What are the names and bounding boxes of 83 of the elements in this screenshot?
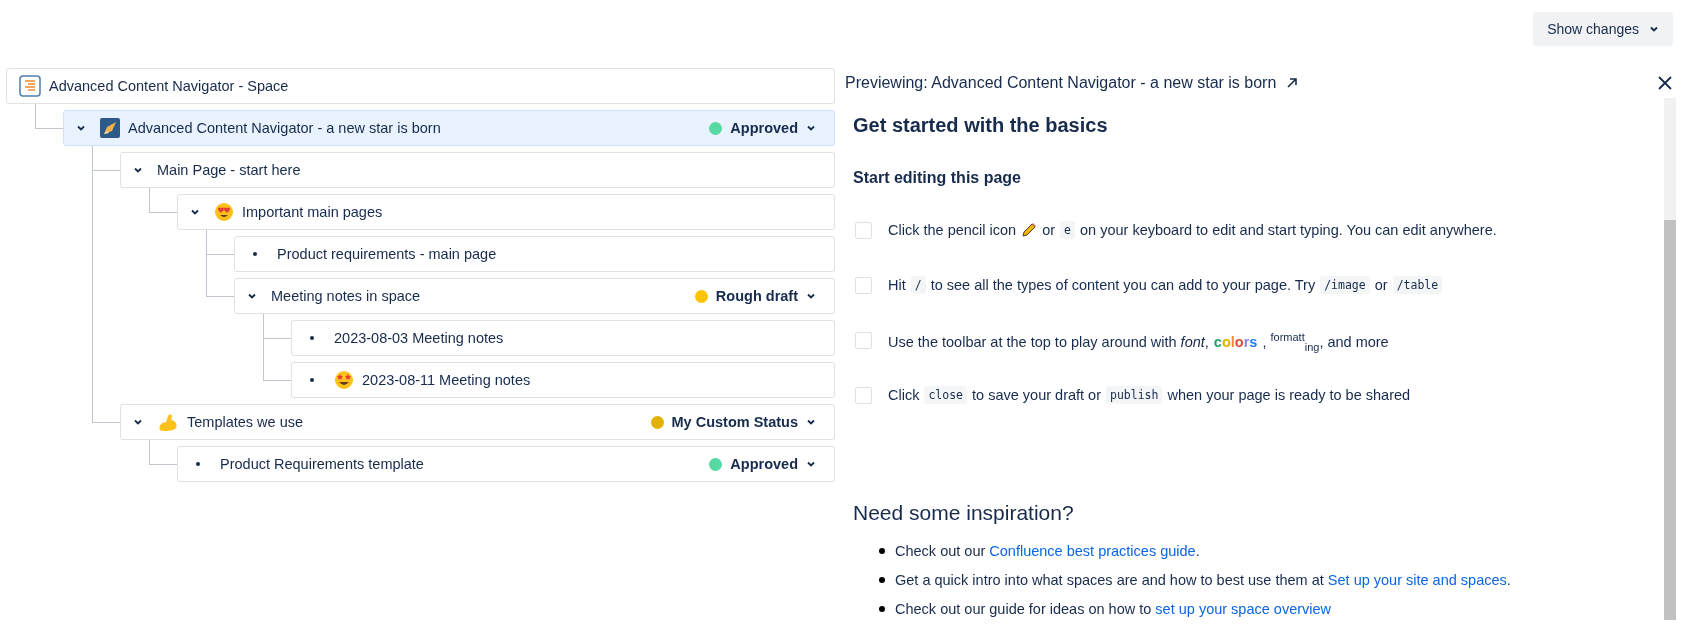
inline-code: / — [910, 276, 926, 294]
scrollbar[interactable] — [1664, 98, 1676, 620]
bullet-icon — [310, 378, 314, 382]
page-row[interactable]: 2023-08-03 Meeting notes — [291, 320, 835, 356]
pencil-icon — [1021, 222, 1038, 238]
chevron-down-icon[interactable] — [133, 165, 143, 175]
task-checkbox[interactable] — [855, 222, 872, 239]
task-text: Click the pencil icon — [888, 222, 1017, 238]
inline-code: e — [1060, 221, 1075, 239]
chevron-down-icon[interactable] — [76, 123, 86, 133]
page-title: 2023-08-11 Meeting notes — [362, 372, 532, 388]
inline-code: publish — [1106, 386, 1163, 404]
page-row[interactable]: Templates we use My Custom Status — [120, 404, 835, 440]
chevron-down-icon[interactable] — [247, 291, 257, 301]
task-text: or — [1374, 277, 1388, 293]
heart-eyes-emoji-icon — [214, 202, 234, 222]
task-text: Use the toolbar at the top to play around with font, — [888, 333, 1209, 350]
task-text: Click — [888, 387, 920, 403]
status-label[interactable]: My Custom Status — [671, 414, 798, 430]
status-label[interactable]: Approved — [730, 456, 798, 472]
bullet-text: Check out our Confluence best practices guide. — [895, 543, 1200, 559]
inline-code: /table — [1392, 276, 1443, 294]
inline-code: close — [924, 386, 968, 404]
bullet-icon — [879, 606, 885, 612]
rocket-icon — [100, 118, 120, 138]
page-row[interactable]: 2023-08-11 Meeting notes — [291, 362, 835, 398]
status-label[interactable]: Rough draft — [715, 288, 798, 304]
task-text: to save your draft or — [972, 387, 1101, 403]
close-icon[interactable] — [1657, 75, 1673, 91]
chevron-down-icon[interactable] — [806, 417, 816, 427]
chevron-down-icon[interactable] — [133, 417, 143, 427]
show-changes-button[interactable]: Show changes — [1533, 12, 1673, 46]
chevron-down-icon — [1649, 24, 1659, 34]
task-text: to see all the types of content you can add to your page. Try — [930, 277, 1316, 293]
bullet-icon — [253, 252, 257, 256]
chevron-down-icon[interactable] — [806, 123, 816, 133]
page-title: 2023-08-03 Meeting notes — [334, 330, 505, 346]
section-heading: Start editing this page — [853, 169, 1022, 187]
chevron-down-icon[interactable] — [190, 207, 200, 217]
preview-title: Previewing: Advanced Content Navigator - a new star is born — [845, 74, 1277, 92]
page-row[interactable]: Main Page - start here — [120, 152, 835, 188]
section-heading: Need some inspiration? — [853, 501, 1075, 525]
page-title: Meeting notes in space — [271, 288, 422, 304]
flexed-arm-icon — [157, 412, 179, 432]
content-heading: Get started with the basics — [853, 114, 1109, 137]
page-title: Templates we use — [187, 414, 305, 430]
star-struck-emoji-icon — [334, 370, 354, 390]
page-title: Important main pages — [242, 204, 384, 220]
page-row[interactable]: Important main pages — [177, 194, 835, 230]
task-text: when your page is ready to be shared — [1167, 387, 1411, 403]
task-text: , $^{formatt}$$_{ing}$, and more — [1262, 331, 1389, 353]
page-row[interactable]: Meeting notes in space Rough draft — [234, 278, 835, 314]
bullet-icon — [310, 336, 314, 340]
chevron-down-icon[interactable] — [806, 291, 816, 301]
chevron-down-icon[interactable] — [806, 459, 816, 469]
bullet-icon — [196, 462, 200, 466]
link[interactable]: Set up your site and spaces — [1327, 572, 1507, 588]
bullet-icon — [879, 548, 885, 554]
page-title: Product Requirements template — [220, 456, 425, 472]
page-row[interactable]: Product Requirements template Approved — [177, 446, 835, 482]
task-text: Hit — [888, 277, 906, 293]
page-row[interactable]: Product requirements - main page — [234, 236, 835, 272]
task-text: on your keyboard to edit and start typing. You can edit anywhere. — [1080, 222, 1497, 238]
space-icon — [19, 75, 41, 97]
task-text: or — [1042, 222, 1056, 238]
task-checkbox[interactable] — [855, 277, 872, 294]
page-title: Advanced Content Navigator - Space — [49, 78, 290, 94]
space-row[interactable]: Advanced Content Navigator - Space — [6, 68, 835, 104]
inline-code: /image — [1320, 276, 1370, 294]
page-row[interactable]: Advanced Content Navigator - a new star is born Approved — [63, 110, 835, 146]
status-label[interactable]: Approved — [730, 120, 798, 136]
page-title: Product requirements - main page — [277, 246, 498, 262]
task-checkbox[interactable] — [855, 387, 872, 404]
bullet-text: Get a quick intro into what spaces are and how to best use them at Set up your site and spaces. — [895, 572, 1511, 588]
link[interactable]: set up your space overview — [1155, 601, 1332, 617]
page-title: Advanced Content Navigator - a new star is born — [128, 120, 442, 136]
task-checkbox[interactable] — [855, 332, 872, 349]
colorful-word: colors — [1213, 333, 1258, 350]
bullet-text: Check out our guide for ideas on how to set up your space overview — [895, 601, 1332, 617]
page-title: Main Page - start here — [157, 162, 302, 178]
link[interactable]: Confluence best practices guide — [989, 543, 1196, 559]
bullet-icon — [879, 577, 885, 583]
external-link-icon[interactable] — [1286, 77, 1299, 89]
